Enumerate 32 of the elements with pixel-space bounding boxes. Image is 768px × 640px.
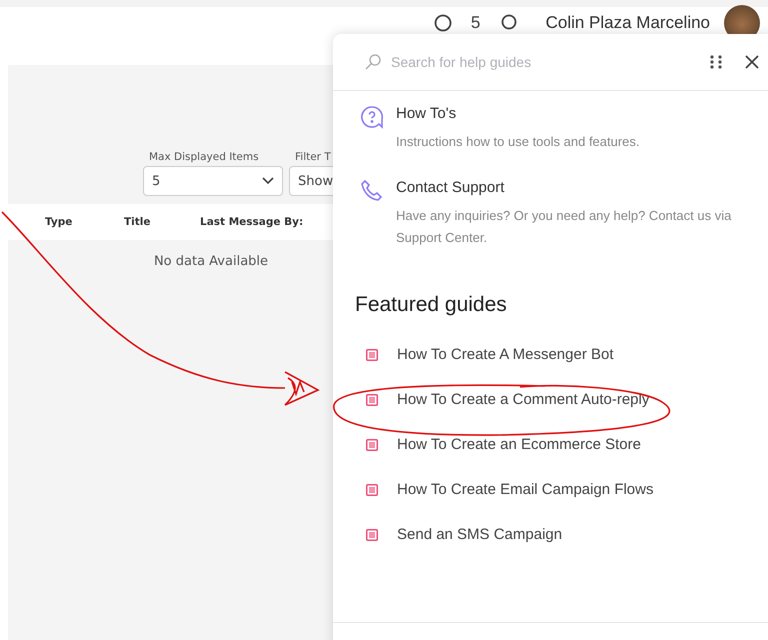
chevron-icon [262,177,274,185]
guide-link[interactable]: How To Create a Comment Auto-reply [397,391,650,408]
document-icon [366,348,378,360]
column-header: Last Message By: [200,216,304,228]
empty-message: No data Available [154,254,268,269]
section-title[interactable]: Contact Support [396,179,753,196]
featured-heading: Featured guides [355,293,508,317]
search-icon [365,54,381,70]
apps-icon[interactable] [709,54,723,70]
guide-link[interactable]: How To Create Email Campaign Flows [397,481,654,498]
phone-icon [360,179,384,203]
section-description: Instructions how to use tools and features. [396,133,640,151]
user-name[interactable]: Colin Plaza Marcelino [546,13,710,33]
document-icon [366,484,378,496]
search-icon[interactable] [500,14,518,32]
section-description: Have any inquiries? Or you need any help? Contact us via Support Center. [396,207,732,247]
filter-label: Max Displayed Items [148,151,260,163]
guide-link[interactable]: Send an SMS Campaign [397,526,562,543]
document-icon [366,528,378,540]
dropdown[interactable]: 5 [143,166,283,196]
document-icon [366,394,378,406]
filter-label: Filter T [294,151,332,163]
guide-link[interactable]: How To Create A Messenger Bot [397,346,614,363]
help-icon [360,105,384,129]
guide-link[interactable]: How To Create an Ecommerce Store [397,436,641,453]
section-title[interactable]: How To's [396,105,640,122]
document-icon [366,438,378,450]
column-header: Type [45,216,74,228]
notification-count: 5 [470,13,482,33]
column-header: Title [124,216,152,228]
clock-icon[interactable] [434,14,452,32]
close-icon[interactable] [745,55,759,69]
